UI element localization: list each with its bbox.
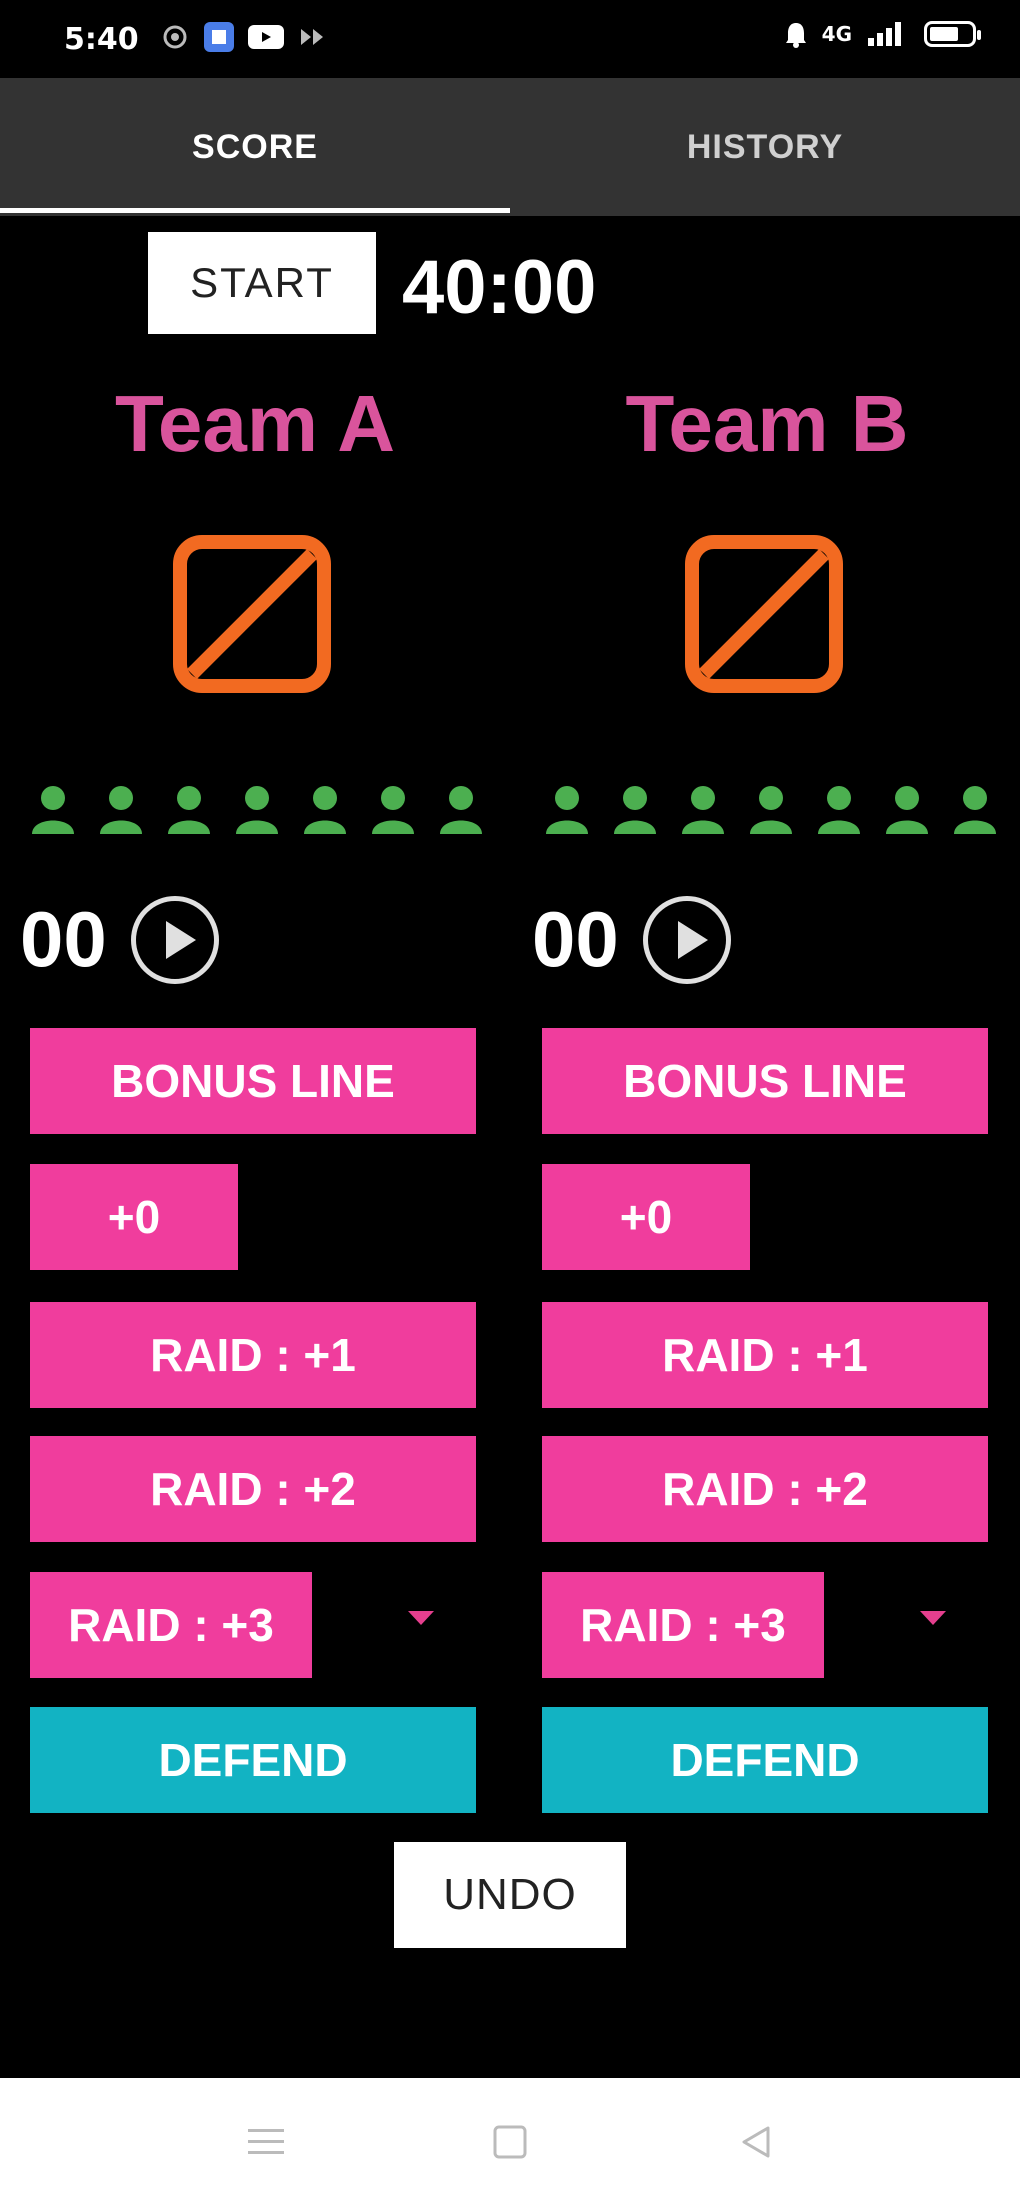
team-a-defend-button[interactable]: DEFEND [30, 1707, 476, 1813]
team-a-raid2-button[interactable]: RAID : +2 [30, 1436, 476, 1542]
player-icon[interactable] [30, 784, 76, 836]
player-icon[interactable] [680, 784, 726, 836]
team-b-raid-dropdown-icon[interactable] [920, 1611, 946, 1625]
team-a-name[interactable]: Team A [0, 378, 510, 470]
player-icon[interactable] [748, 784, 794, 836]
team-b-logo-no-image-icon[interactable] [684, 534, 844, 694]
team-b-plus0-button[interactable]: +0 [542, 1164, 750, 1270]
undo-button[interactable]: UNDO [394, 1842, 626, 1948]
menu-icon[interactable] [236, 2114, 296, 2170]
team-b-raid2-button[interactable]: RAID : +2 [542, 1436, 988, 1542]
player-icon[interactable] [612, 784, 658, 836]
team-b-panel: Team B 00 BONUS LINE +0 RAID : +1 RAID :… [512, 0, 1020, 1820]
team-a-players [30, 784, 484, 836]
team-a-raid3-button[interactable]: RAID : +3 [30, 1572, 312, 1678]
team-a-raid-dropdown-icon[interactable] [408, 1611, 434, 1625]
player-icon[interactable] [166, 784, 212, 836]
back-triangle-icon[interactable] [726, 2114, 786, 2170]
player-icon[interactable] [302, 784, 348, 836]
team-a-score-row: 00 [20, 894, 219, 985]
player-icon[interactable] [952, 784, 998, 836]
team-b-raid-play-icon[interactable] [642, 895, 731, 984]
team-a-raid-play-icon[interactable] [130, 895, 219, 984]
team-b-name[interactable]: Team B [512, 378, 1020, 470]
system-nav-bar [0, 2078, 1020, 2204]
team-b-score-row: 00 [532, 894, 731, 985]
player-icon[interactable] [234, 784, 280, 836]
team-a-bonus-line-button[interactable]: BONUS LINE [30, 1028, 476, 1134]
player-icon[interactable] [438, 784, 484, 836]
team-a-raid1-button[interactable]: RAID : +1 [30, 1302, 476, 1408]
player-icon[interactable] [884, 784, 930, 836]
player-icon[interactable] [370, 784, 416, 836]
team-a-plus0-button[interactable]: +0 [30, 1164, 238, 1270]
home-square-icon[interactable] [480, 2114, 540, 2170]
team-a-logo-no-image-icon[interactable] [172, 534, 332, 694]
team-b-score: 00 [532, 895, 619, 983]
player-icon[interactable] [816, 784, 862, 836]
player-icon[interactable] [544, 784, 590, 836]
player-icon[interactable] [98, 784, 144, 836]
team-a-panel: Team A 00 BONUS LINE +0 RAID : +1 RAID :… [0, 0, 510, 1820]
team-b-bonus-line-button[interactable]: BONUS LINE [542, 1028, 988, 1134]
team-b-raid1-button[interactable]: RAID : +1 [542, 1302, 988, 1408]
team-b-players [544, 784, 998, 836]
team-a-score: 00 [20, 895, 107, 983]
team-b-defend-button[interactable]: DEFEND [542, 1707, 988, 1813]
team-b-raid3-button[interactable]: RAID : +3 [542, 1572, 824, 1678]
